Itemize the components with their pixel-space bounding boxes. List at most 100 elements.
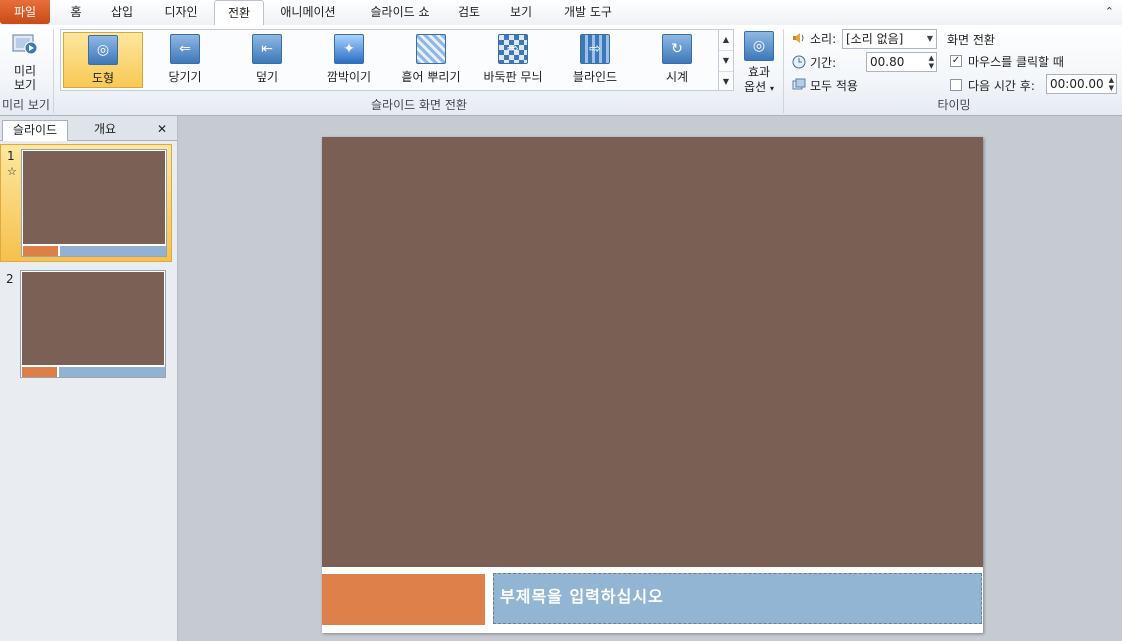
- slide-number: 1: [7, 149, 15, 163]
- transition-label: 덮기: [255, 70, 279, 84]
- checkerboard-transition-icon: ⇨: [498, 34, 528, 64]
- thumb-background: [22, 272, 164, 365]
- gallery-scroll-down-icon[interactable]: ▼: [719, 51, 733, 72]
- tab-transitions[interactable]: 전환: [214, 0, 264, 26]
- sound-label: 소리:: [792, 30, 836, 47]
- slide-orange-bar: [322, 574, 485, 625]
- after-time-spinner[interactable]: 00:00.00 ▲ ▼: [1046, 74, 1117, 94]
- ribbon-tab-bar: 파일 홈 삽입 디자인 전환 애니메이션 슬라이드 쇼 검토 보기 개발 도구 …: [0, 0, 1122, 26]
- effect-options-icon: ◎: [744, 31, 774, 61]
- tab-animations[interactable]: 애니메이션: [272, 0, 344, 24]
- effect-options-label-2: 옵션 ▾: [744, 80, 774, 94]
- transition-label: 당기기: [168, 70, 202, 84]
- transition-flash[interactable]: ✦ 깜박이기: [309, 32, 389, 88]
- close-icon[interactable]: ✕: [152, 120, 172, 138]
- pull-transition-icon: ⇐: [170, 34, 200, 64]
- transition-group-label: 슬라이드 화면 전환: [371, 98, 467, 112]
- sound-select[interactable]: [소리 없음] ▼: [842, 29, 937, 49]
- tab-slides[interactable]: 슬라이드: [2, 120, 68, 141]
- tab-view[interactable]: 보기: [502, 0, 540, 24]
- tab-review[interactable]: 검토: [450, 0, 488, 24]
- apply-all-button[interactable]: 모두 적용: [792, 77, 858, 94]
- transition-label: 흩어 뿌리기: [401, 70, 461, 84]
- preview-icon: [11, 31, 39, 59]
- spin-arrows-icon[interactable]: ▲ ▼: [929, 54, 934, 70]
- apply-all-label: 모두 적용: [810, 79, 858, 93]
- slide-preview: [20, 270, 166, 378]
- chevron-down-icon: ▾: [769, 84, 774, 93]
- preview-group-label: 미리 보기: [2, 98, 50, 112]
- slide-canvas[interactable]: 부제목을 입력하십시오: [322, 137, 983, 633]
- tab-outline[interactable]: 개요: [70, 120, 140, 138]
- tab-insert[interactable]: 삽입: [103, 0, 141, 24]
- duration-spinner[interactable]: 00.80 ▲ ▼: [866, 52, 937, 72]
- preview-label-2: 보기: [13, 78, 37, 92]
- slide-editing-area: 부제목을 입력하십시오: [180, 116, 1122, 641]
- spin-arrows-icon[interactable]: ▲ ▼: [1109, 76, 1114, 92]
- on-mouse-click-checkbox[interactable]: ✓: [950, 55, 962, 67]
- ribbon-collapse-icon[interactable]: ⌃: [1105, 5, 1114, 18]
- tab-home[interactable]: 홈: [62, 0, 90, 24]
- transition-shape[interactable]: ◎ 도형: [63, 32, 143, 88]
- preview-button[interactable]: 미리 보기: [4, 29, 46, 95]
- transition-dissolve[interactable]: 흩어 뿌리기: [391, 32, 471, 88]
- transition-label: 시계: [665, 70, 689, 84]
- subtitle-placeholder-text: 부제목을 입력하십시오: [500, 587, 664, 606]
- blinds-transition-icon: ⇨: [580, 34, 610, 64]
- thumb-blue-bar: [60, 246, 166, 256]
- slide-thumbnail-1[interactable]: 1 ☆: [0, 144, 172, 262]
- panel-tabs: 슬라이드 개요 ✕: [0, 116, 177, 141]
- clock-icon: [792, 55, 806, 69]
- transition-pull[interactable]: ⇐ 당기기: [145, 32, 225, 88]
- chevron-down-icon: ▼: [926, 34, 933, 43]
- effect-options-label-1: 효과: [747, 65, 771, 79]
- gallery-more-icon[interactable]: ▼: [719, 72, 733, 92]
- effect-options-button[interactable]: ◎ 효과 옵션 ▾: [738, 29, 780, 95]
- advance-slide-title: 화면 전환: [947, 33, 995, 47]
- transition-gallery: ◎ 도형 ⇐ 당기기 ⇤ 덮기 ✦ 깜박이기 흩어 뿌리기 ⇨ 바둑판 무늬 ⇨…: [60, 29, 734, 91]
- group-separator: [53, 29, 54, 113]
- thumb-blue-bar: [59, 367, 165, 377]
- tab-design[interactable]: 디자인: [156, 0, 206, 24]
- group-separator: [783, 29, 784, 113]
- cover-transition-icon: ⇤: [252, 34, 282, 64]
- sound-icon: [792, 31, 806, 45]
- duration-label: 기간:: [792, 54, 836, 71]
- slide-thumbnail-2[interactable]: 2: [0, 268, 172, 386]
- thumb-orange-bar: [23, 246, 58, 256]
- timing-group-label: 타이밍: [937, 98, 971, 112]
- transition-clock[interactable]: ↻ 시계: [637, 32, 717, 88]
- ribbon: 미리 보기 미리 보기 ◎ 도형 ⇐ 당기기 ⇤ 덮기 ✦ 깜박이기 흩어 뿌리…: [0, 25, 1122, 116]
- clock-transition-icon: ↻: [662, 34, 692, 64]
- thumb-background: [23, 151, 165, 244]
- tab-file[interactable]: 파일: [0, 0, 50, 24]
- on-mouse-click-label: 마우스를 클릭할 때: [968, 55, 1064, 69]
- duration-value: 00.80: [870, 55, 905, 69]
- slide-thumbnail-panel: 슬라이드 개요 ✕ 1 ☆ 2: [0, 116, 178, 641]
- gallery-scroll-up-icon[interactable]: ▲: [719, 30, 733, 51]
- after-time-checkbox[interactable]: [950, 79, 962, 91]
- apply-all-icon: [792, 78, 806, 92]
- transition-label: 블라인드: [572, 70, 618, 84]
- shape-transition-icon: ◎: [88, 35, 118, 65]
- after-time-label: 다음 시간 후:: [968, 79, 1035, 93]
- slide-number: 2: [6, 272, 14, 286]
- preview-label-1: 미리: [13, 64, 37, 78]
- tab-slideshow[interactable]: 슬라이드 쇼: [360, 0, 440, 24]
- transition-checkerboard[interactable]: ⇨ 바둑판 무늬: [473, 32, 553, 88]
- subtitle-placeholder[interactable]: 부제목을 입력하십시오: [493, 573, 982, 624]
- transition-label: 바둑판 무늬: [483, 70, 543, 84]
- sound-value: [소리 없음]: [846, 32, 904, 46]
- gallery-scroll: ▲ ▼ ▼: [718, 30, 733, 90]
- after-time-value: 00:00.00: [1050, 77, 1104, 91]
- thumb-orange-bar: [22, 367, 57, 377]
- transition-star-icon: ☆: [7, 165, 17, 178]
- flash-transition-icon: ✦: [334, 34, 364, 64]
- transition-blinds[interactable]: ⇨ 블라인드: [555, 32, 635, 88]
- slide-background-rect: [322, 137, 983, 567]
- transition-label: 깜박이기: [326, 70, 372, 84]
- dissolve-transition-icon: [416, 34, 446, 64]
- slide-preview: [21, 149, 167, 257]
- transition-cover[interactable]: ⇤ 덮기: [227, 32, 307, 88]
- tab-developer[interactable]: 개발 도구: [556, 0, 620, 24]
